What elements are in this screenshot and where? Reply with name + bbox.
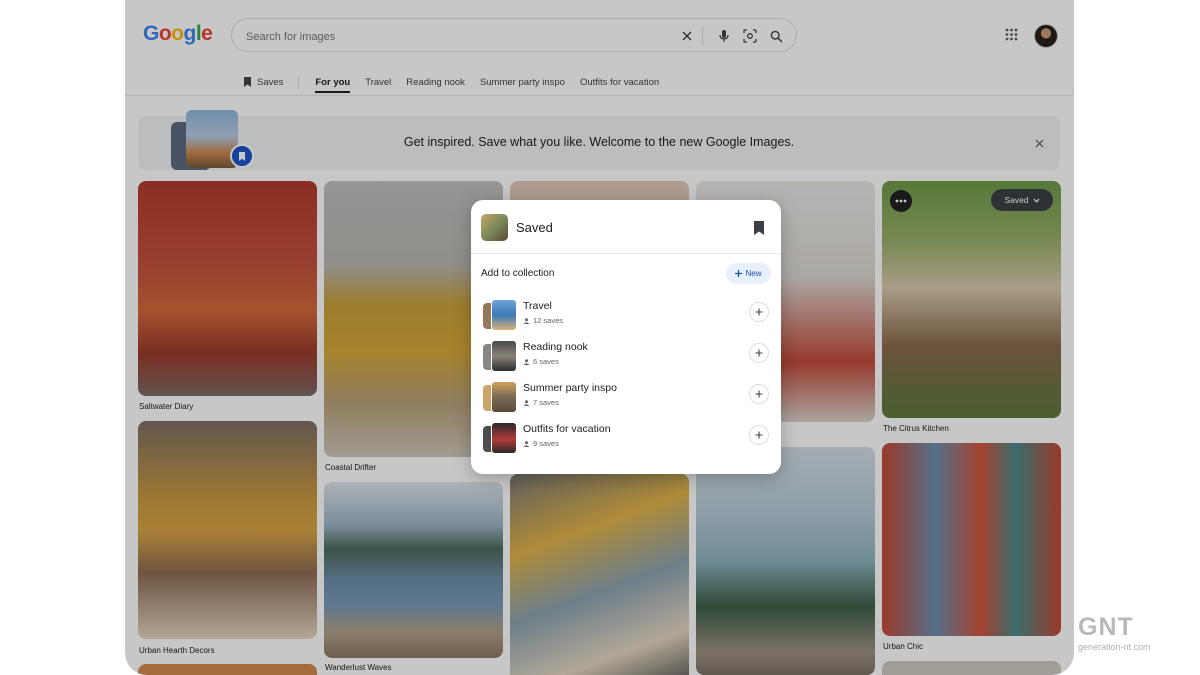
add-to-reading-nook-button[interactable]: [749, 343, 769, 363]
collection-name: Summer party inspo: [523, 382, 617, 394]
collection-saves-count: 7 saves: [533, 398, 559, 407]
people-icon: [523, 358, 530, 365]
mic-icon[interactable]: [714, 26, 734, 46]
lens-icon[interactable]: [740, 26, 760, 46]
collection-meta: 9 saves: [523, 439, 559, 448]
more-options-button[interactable]: [890, 190, 912, 212]
plus-icon: [755, 431, 763, 439]
collection-saves-count: 6 saves: [533, 357, 559, 366]
collection-meta: 6 saves: [523, 357, 559, 366]
banner-text: Get inspired. Save what you like. Welcom…: [403, 135, 795, 149]
apps-grid-icon[interactable]: [1001, 24, 1021, 44]
image-card-red-stairs[interactable]: [138, 181, 317, 396]
tab-outfits-for-vacation[interactable]: Outfits for vacation: [580, 72, 659, 92]
caption-wanderlust-waves[interactable]: Wanderlust Waves: [325, 663, 392, 672]
people-icon: [523, 399, 530, 406]
avatar[interactable]: [1034, 24, 1058, 48]
collection-reading-nook[interactable]: Reading nook 6 saves: [471, 338, 781, 376]
tab-reading-nook[interactable]: Reading nook: [406, 72, 465, 92]
caption-coastal-drifter[interactable]: Coastal Drifter: [325, 463, 376, 472]
add-to-collection-label: Add to collection: [481, 268, 555, 279]
saves-icon: [244, 77, 251, 87]
watermark-logo: GNT: [1078, 613, 1134, 641]
bookmark-filled-icon[interactable]: [752, 220, 766, 236]
collection-summer-party-inspo[interactable]: Summer party inspo 7 saves: [471, 379, 781, 417]
search-input[interactable]: [244, 26, 668, 48]
collection-thumbnail: [483, 340, 517, 372]
saved-image-thumbnail: [481, 214, 508, 241]
chevron-down-icon: [1033, 198, 1039, 203]
caption-urban-chic[interactable]: Urban Chic: [883, 642, 923, 651]
watermark-url: generation-nt.com: [1078, 642, 1151, 652]
welcome-banner: Get inspired. Save what you like. Welcom…: [138, 110, 1060, 170]
caption-saltwater-diary[interactable]: Saltwater Diary: [139, 402, 193, 411]
add-to-collection-popup: Saved Add to collection New Travel 12 sa…: [471, 200, 781, 474]
collection-outfits-for-vacation[interactable]: Outfits for vacation 9 saves: [471, 420, 781, 458]
header: Google Search for images Saves For you T…: [125, 0, 1074, 96]
collection-thumbnail: [483, 422, 517, 454]
collection-meta: 12 saves: [523, 316, 563, 325]
plus-icon: [755, 349, 763, 357]
popup-title: Saved: [516, 220, 553, 235]
search-divider: [702, 27, 703, 45]
saved-dropdown-label: Saved: [1004, 195, 1029, 205]
collection-name: Travel: [523, 300, 552, 312]
google-images-window: Google Search for images Saves For you T…: [125, 0, 1074, 675]
image-card-pier-lake[interactable]: [324, 482, 503, 658]
new-collection-label: New: [745, 269, 762, 278]
close-icon[interactable]: [1032, 136, 1046, 150]
nav-divider: [298, 75, 300, 89]
caption-urban-hearth-decors[interactable]: Urban Hearth Decors: [139, 646, 215, 655]
people-icon: [523, 440, 530, 447]
search-bar[interactable]: [231, 18, 797, 52]
more-horiz-icon: [895, 199, 907, 203]
people-icon: [523, 317, 530, 324]
collection-name: Reading nook: [523, 341, 588, 353]
tab-saves[interactable]: Saves: [243, 72, 283, 92]
popup-header: Saved: [471, 200, 781, 254]
saved-dropdown-button[interactable]: Saved: [991, 189, 1053, 211]
collection-saves-count: 9 saves: [533, 439, 559, 448]
nav-tabs: Saves For you Travel Reading nook Summer…: [243, 72, 674, 93]
image-card-party-decor[interactable]: [138, 421, 317, 639]
image-card-two-women[interactable]: [882, 443, 1061, 636]
collection-meta: 7 saves: [523, 398, 559, 407]
collection-thumbnail: [483, 381, 517, 413]
image-card-reading-chair[interactable]: [510, 474, 689, 675]
image-card-sunset[interactable]: [138, 664, 317, 675]
plus-icon: [755, 390, 763, 398]
new-collection-button[interactable]: New: [726, 263, 771, 284]
image-card-garden-party[interactable]: [882, 181, 1061, 418]
gnt-watermark: GNT generation-nt.com: [1078, 613, 1151, 653]
plus-icon: [755, 308, 763, 316]
google-logo[interactable]: Google: [143, 22, 213, 46]
plus-icon: [735, 270, 743, 277]
tab-travel[interactable]: Travel: [365, 72, 391, 92]
caption-the-citrus-kitchen[interactable]: The Citrus Kitchen: [883, 424, 949, 433]
add-to-travel-button[interactable]: [749, 302, 769, 322]
clear-icon[interactable]: [677, 26, 697, 46]
tab-saves-label: Saves: [257, 76, 284, 88]
collection-name: Outfits for vacation: [523, 423, 611, 435]
collection-travel[interactable]: Travel 12 saves: [471, 297, 781, 335]
collection-saves-count: 12 saves: [533, 316, 564, 325]
tab-for-you[interactable]: For you: [315, 72, 350, 93]
tab-summer-party-inspo[interactable]: Summer party inspo: [480, 72, 565, 92]
add-to-summer-party-inspo-button[interactable]: [749, 384, 769, 404]
search-icon[interactable]: [766, 26, 786, 46]
image-card-green-dress[interactable]: [696, 447, 875, 675]
collection-thumbnail: [483, 299, 517, 331]
image-card-bottom-right[interactable]: [882, 661, 1061, 675]
add-to-outfits-for-vacation-button[interactable]: [749, 425, 769, 445]
